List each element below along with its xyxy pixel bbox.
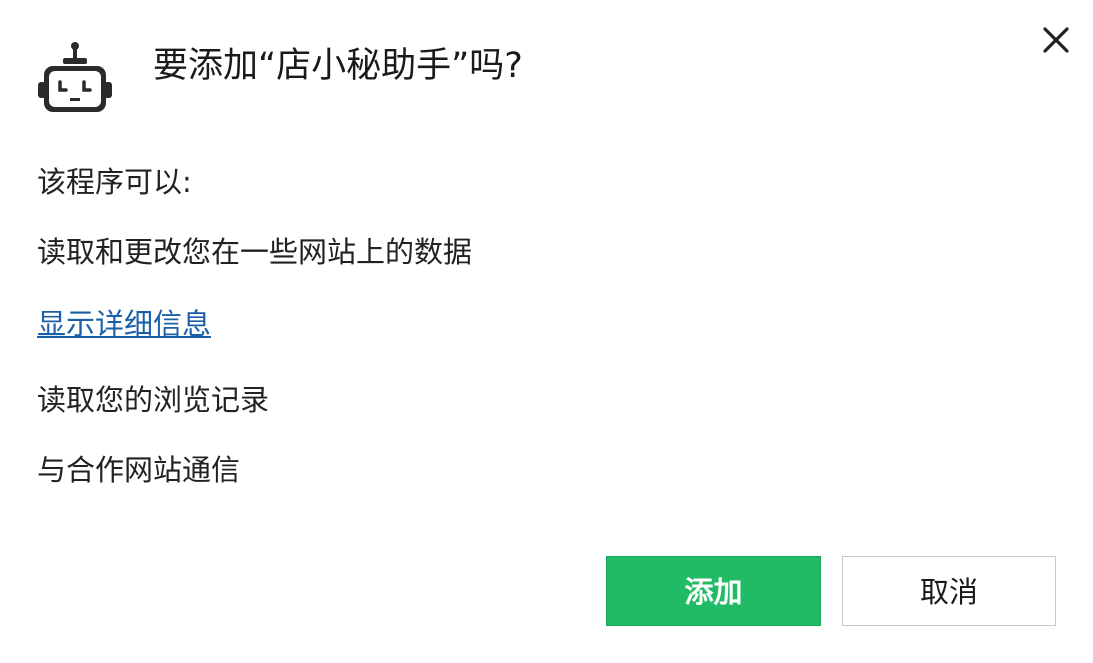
robot-icon bbox=[36, 40, 114, 116]
extension-install-dialog: 要添加“店小秘助手”吗? 该程序可以: 读取和更改您在一些网站上的数据 显示详细… bbox=[0, 0, 1093, 663]
permission-item: 读取和更改您在一些网站上的数据 bbox=[37, 235, 473, 269]
cancel-button[interactable]: 取消 bbox=[842, 556, 1056, 626]
permission-item: 与合作网站通信 bbox=[37, 453, 241, 487]
permission-item: 读取您的浏览记录 bbox=[37, 383, 270, 417]
add-button[interactable]: 添加 bbox=[606, 556, 821, 626]
permissions-heading: 该程序可以: bbox=[37, 165, 192, 199]
close-icon[interactable] bbox=[1036, 20, 1076, 60]
dialog-title: 要添加“店小秘助手”吗? bbox=[153, 46, 523, 86]
show-details-link[interactable]: 显示详细信息 bbox=[37, 304, 211, 344]
